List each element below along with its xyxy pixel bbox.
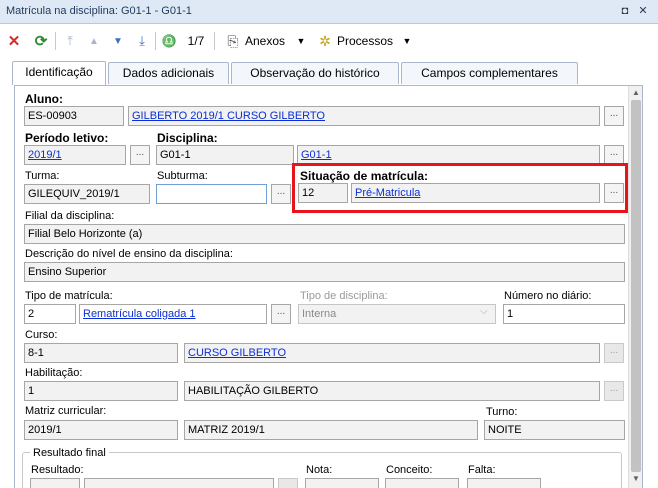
last-record-icon[interactable]: ⤓ <box>134 31 150 51</box>
tipo-matricula-label: Tipo de matrícula: <box>25 290 113 302</box>
periodo-lookup-button[interactable]: ... <box>130 145 150 165</box>
toolbar: ✕ ⟳ ⤒ ▲ ▼ ⤓ ♎ 1/7 ⎘ Anexos ▼ ✲ Processos… <box>0 25 658 57</box>
conceito-label: Conceito: <box>386 464 433 476</box>
aluno-name-field[interactable]: GILBERTO 2019/1 CURSO GILBERTO <box>128 106 600 126</box>
turno-field[interactable]: NOITE <box>484 420 625 440</box>
processos-button[interactable]: Processos <box>337 31 399 51</box>
curso-lookup-button[interactable]: ... <box>604 343 624 363</box>
gears-icon[interactable]: ✲ <box>316 31 334 51</box>
periodo-label: Período letivo: <box>25 131 109 145</box>
matriz-label: Matriz curricular: <box>25 405 107 417</box>
close-icon[interactable]: ✕ <box>636 4 650 18</box>
anexos-button[interactable]: Anexos <box>245 31 291 51</box>
numero-diario-label: Número no diário: <box>504 290 592 302</box>
curso-name-link[interactable]: CURSO GILBERTO <box>188 347 286 359</box>
chevron-down-icon[interactable]: ▼ <box>295 31 307 51</box>
filial-field[interactable]: Filial Belo Horizonte (a) <box>24 224 625 244</box>
tab-dados-adicionais[interactable]: Dados adicionais <box>108 62 229 84</box>
previous-record-icon[interactable]: ▲ <box>86 31 102 51</box>
tipo-matricula-code-field[interactable]: 2 <box>24 304 76 324</box>
tab-campos-complementares[interactable]: Campos complementares <box>401 62 578 84</box>
refresh-icon[interactable]: ⟳ <box>32 31 50 51</box>
nota-field[interactable] <box>305 478 379 488</box>
periodo-field[interactable]: 2019/1 <box>24 145 126 165</box>
resultado-code-field[interactable] <box>30 478 80 488</box>
aluno-code-field[interactable]: ES-00903 <box>24 106 124 126</box>
scroll-thumb[interactable] <box>631 100 641 472</box>
window-titlebar: Matrícula na disciplina: G01-1 - G01-1 ◘… <box>0 0 658 24</box>
subturma-lookup-button[interactable]: ... <box>271 184 291 204</box>
disciplina-label: Disciplina: <box>157 131 218 145</box>
subturma-label: Subturma: <box>157 170 208 182</box>
subturma-field[interactable] <box>156 184 267 204</box>
situacao-highlight-box <box>292 163 628 213</box>
aluno-label: Aluno: <box>25 92 63 106</box>
conceito-field[interactable] <box>385 478 459 488</box>
falta-field[interactable] <box>467 478 541 488</box>
curso-name-field[interactable]: CURSO GILBERTO <box>184 343 600 363</box>
resultado-lookup-button[interactable] <box>278 478 298 488</box>
turma-label: Turma: <box>25 170 60 182</box>
toolbar-separator <box>214 32 215 50</box>
curso-code-field[interactable]: 8-1 <box>24 343 178 363</box>
vertical-scrollbar[interactable]: ▲ ▼ <box>628 86 642 488</box>
tab-strip: Identificação Dados adicionais Observaçã… <box>8 61 648 86</box>
disciplina-code-field[interactable]: G01-1 <box>156 145 294 165</box>
habilitacao-name-field[interactable]: HABILITAÇÃO GILBERTO <box>184 381 600 401</box>
tipo-disciplina-select[interactable]: Interna <box>298 304 496 324</box>
habilitacao-label: Habilitação: <box>25 367 83 379</box>
binoculars-icon[interactable]: ♎ <box>160 31 178 51</box>
nivel-field[interactable]: Ensino Superior <box>24 262 625 282</box>
scroll-up-icon[interactable]: ▲ <box>631 88 641 98</box>
resultado-label: Resultado: <box>31 464 84 476</box>
falta-label: Falta: <box>468 464 496 476</box>
filial-label: Filial da disciplina: <box>25 210 115 222</box>
paperclip-icon[interactable]: ⎘ <box>224 31 242 51</box>
numero-diario-field[interactable]: 1 <box>503 304 625 324</box>
right-margin <box>643 86 658 488</box>
chevron-down-icon: ⌵ <box>480 306 488 317</box>
tipo-matricula-name-field[interactable]: Rematrícula coligada 1 <box>79 304 267 324</box>
window-title: Matrícula na disciplina: G01-1 - G01-1 <box>6 5 192 17</box>
resultado-name-field[interactable] <box>84 478 274 488</box>
habilitacao-code-field[interactable]: 1 <box>24 381 178 401</box>
first-record-icon[interactable]: ⤒ <box>62 31 78 51</box>
nivel-label: Descrição do nível de ensino da discipli… <box>25 248 233 260</box>
disciplina-name-field[interactable]: G01-1 <box>297 145 600 165</box>
periodo-link[interactable]: 2019/1 <box>28 149 62 161</box>
chevron-down-icon[interactable]: ▼ <box>401 31 413 51</box>
nota-label: Nota: <box>306 464 333 476</box>
disciplina-lookup-button[interactable]: ... <box>604 145 624 165</box>
tipo-matricula-link[interactable]: Rematrícula coligada 1 <box>83 308 196 320</box>
tipo-disciplina-label: Tipo de disciplina: <box>300 290 388 302</box>
disciplina-name-link[interactable]: G01-1 <box>301 149 332 161</box>
toolbar-separator <box>155 32 156 50</box>
habilitacao-lookup-button[interactable]: ... <box>604 381 624 401</box>
turno-label: Turno: <box>486 406 518 418</box>
tipo-matricula-lookup-button[interactable]: ... <box>271 304 291 324</box>
curso-label: Curso: <box>25 329 58 341</box>
next-record-icon[interactable]: ▼ <box>110 31 126 51</box>
resultado-final-title: Resultado final <box>30 447 109 459</box>
restore-icon[interactable]: ◘ <box>618 4 632 18</box>
matriz-name-field[interactable]: MATRIZ 2019/1 <box>184 420 478 440</box>
matriz-code-field[interactable]: 2019/1 <box>24 420 178 440</box>
tab-identificacao[interactable]: Identificação <box>12 61 106 85</box>
delete-icon[interactable]: ✕ <box>6 31 22 51</box>
aluno-name-link[interactable]: GILBERTO 2019/1 CURSO GILBERTO <box>132 110 325 122</box>
tab-observacao-historico[interactable]: Observação do histórico <box>231 62 399 84</box>
toolbar-separator <box>55 32 56 50</box>
scroll-down-icon[interactable]: ▼ <box>631 474 641 484</box>
turma-field[interactable]: GILEQUIV_2019/1 <box>24 184 150 204</box>
aluno-lookup-button[interactable]: ... <box>604 106 624 126</box>
record-counter: 1/7 <box>187 34 205 48</box>
